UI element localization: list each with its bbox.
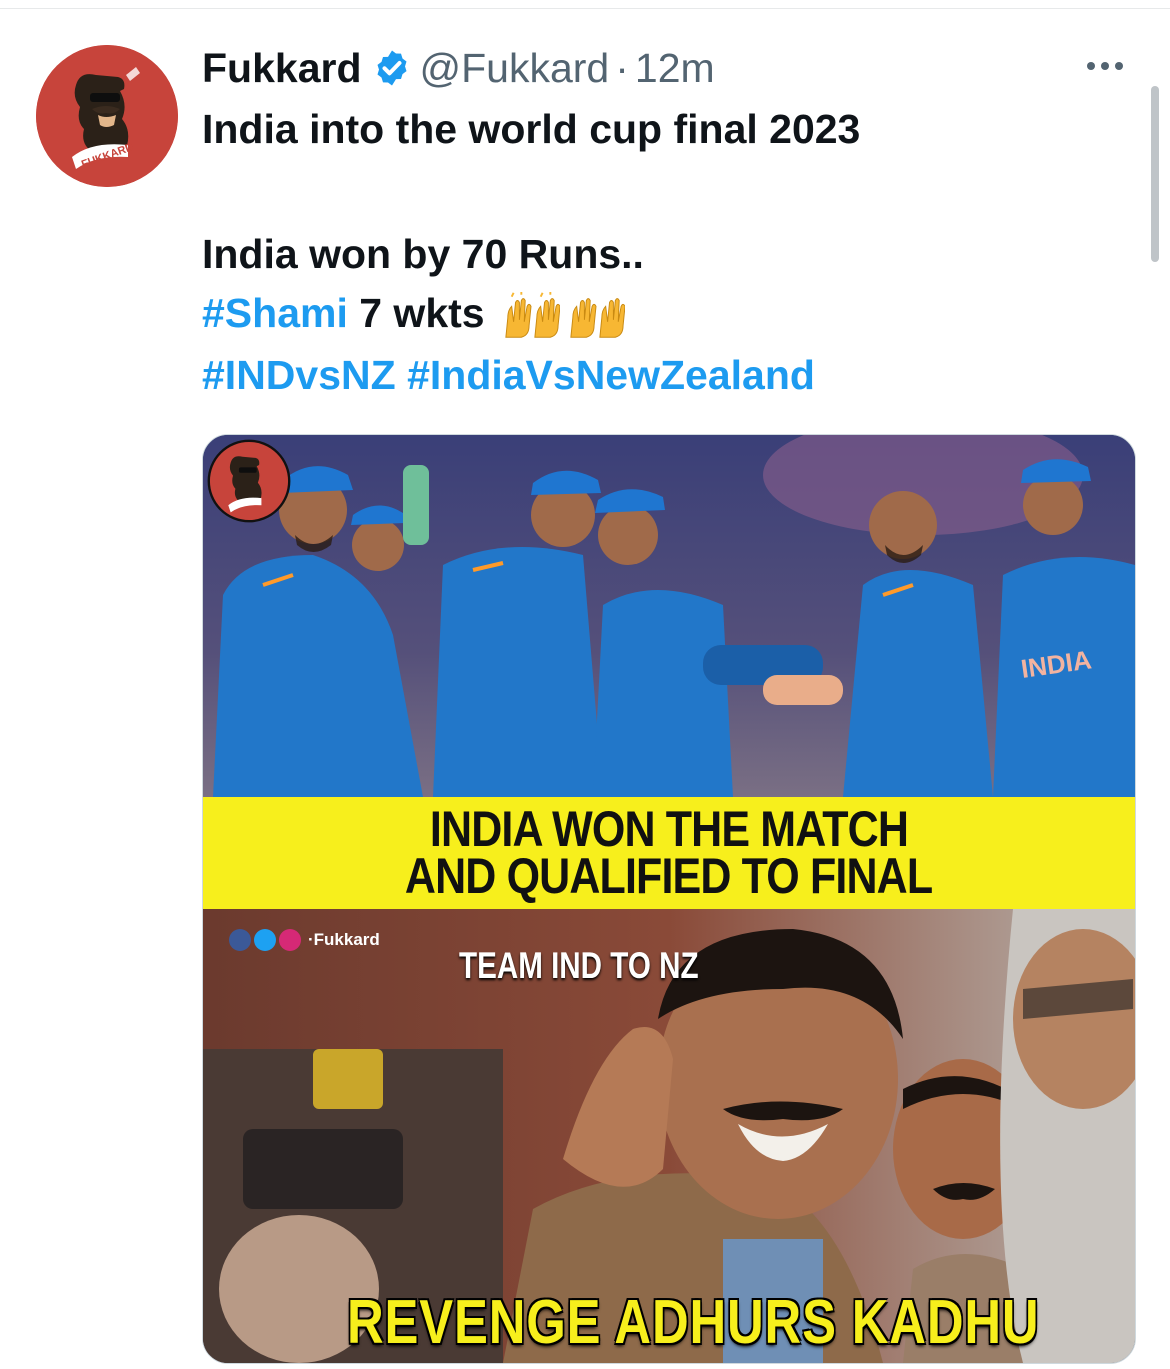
tweet-text-line-4: #INDvsNZ #IndiaVsNewZealand bbox=[202, 352, 815, 399]
banner-line-2: AND QUALIFIED TO FINAL bbox=[405, 848, 933, 904]
more-options-icon[interactable] bbox=[1087, 56, 1131, 76]
raising-hands-icon bbox=[505, 292, 560, 338]
profile-avatar[interactable]: FUKKARD bbox=[36, 45, 178, 187]
hashtag-shami[interactable]: #Shami bbox=[202, 290, 348, 336]
twitter-icon bbox=[254, 929, 276, 951]
tweet-media-image[interactable]: INDIA INDIA WON THE MATCH AND QUALIFIED … bbox=[202, 434, 1136, 1364]
banner-line-1: INDIA WON THE MATCH bbox=[429, 801, 909, 857]
hashtag-indvsnz[interactable]: #INDvsNZ bbox=[202, 352, 396, 398]
team-caption: TEAM IND TO NZ bbox=[459, 945, 699, 986]
bottom-caption: REVENGE ADHURS KADHU bbox=[347, 1288, 1040, 1357]
shami-wickets-text: 7 wkts bbox=[347, 290, 485, 336]
watermark-logo-icon bbox=[207, 439, 291, 523]
user-handle[interactable]: @Fukkard bbox=[420, 45, 610, 92]
social-credit: ·Fukkard bbox=[229, 929, 380, 951]
headline-banner: INDIA WON THE MATCH AND QUALIFIED TO FIN… bbox=[203, 797, 1135, 909]
tweet-text-line-3: #Shami 7 wkts bbox=[202, 290, 626, 340]
display-name[interactable]: Fukkard bbox=[202, 45, 362, 92]
scrollbar[interactable] bbox=[1151, 86, 1159, 262]
tweet-text-line-2: India won by 70 Runs.. bbox=[202, 231, 644, 277]
team-celebration-photo: INDIA bbox=[203, 435, 1135, 797]
social-credit-text: ·Fukkard bbox=[308, 930, 380, 949]
separator-dot: · bbox=[615, 44, 629, 91]
top-divider bbox=[0, 8, 1170, 9]
tweet-text-line-1: India into the world cup final 2023 bbox=[202, 106, 861, 152]
tweet-header: Fukkard @Fukkard · 12m bbox=[202, 40, 715, 96]
verified-badge-icon bbox=[377, 50, 406, 86]
instagram-icon bbox=[279, 929, 301, 951]
facebook-icon bbox=[229, 929, 251, 951]
hashtag-indiavsnewzealand[interactable]: #IndiaVsNewZealand bbox=[407, 352, 815, 398]
fukkard-logo-icon: FUKKARD bbox=[36, 45, 178, 187]
tweet-timestamp[interactable]: 12m bbox=[635, 45, 715, 92]
raising-hands-icon bbox=[570, 298, 626, 338]
